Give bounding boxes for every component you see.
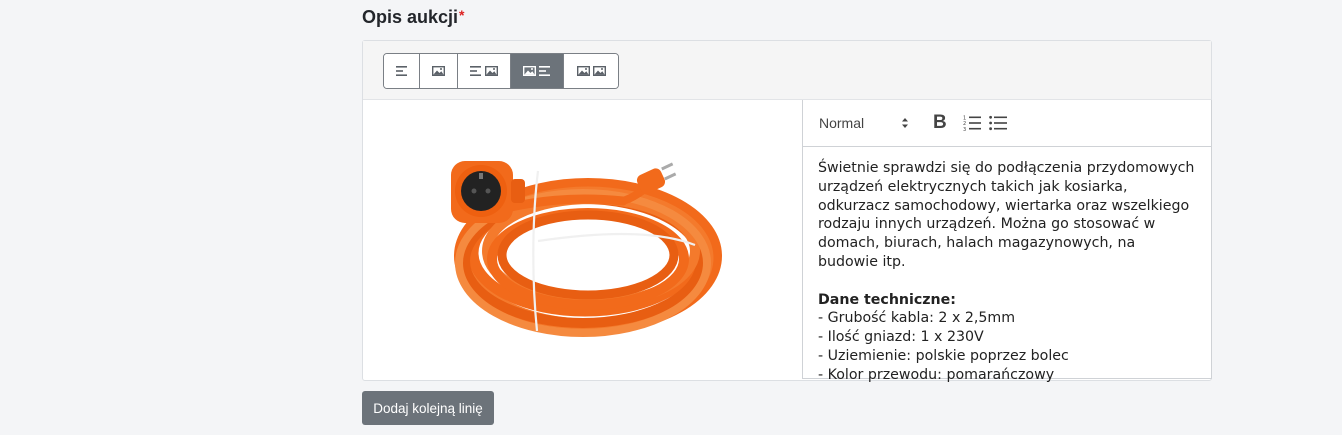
layout-image-only-button[interactable]: [420, 54, 458, 88]
image-icon: [485, 66, 498, 76]
product-image-panel[interactable]: [363, 100, 802, 381]
svg-text:3: 3: [963, 127, 966, 131]
image-icon: [432, 66, 445, 76]
layout-image-text-button[interactable]: [511, 54, 564, 88]
ordered-list-button[interactable]: 123: [963, 115, 981, 131]
description-paragraph: Świetnie sprawdzi się do podłączenia prz…: [818, 160, 1195, 270]
rich-text-toolbar: Normal B 123: [803, 100, 1211, 147]
add-line-button[interactable]: Dodaj kolejną linię: [362, 391, 494, 425]
editor-content[interactable]: Świetnie sprawdzi się do podłączenia prz…: [803, 147, 1211, 385]
text-lines-icon: [539, 66, 550, 76]
section-title-text: Opis aukcji: [362, 7, 459, 27]
description-editor-card: Normal B 123 Świetnie sprawdzi się do po…: [362, 40, 1212, 383]
spec-line: - Uziemienie: polskie poprzez bolec: [818, 347, 1069, 364]
bold-button[interactable]: B: [933, 112, 947, 134]
product-image: [450, 160, 722, 337]
editor-body: Normal B 123 Świetnie sprawdzi się do po…: [363, 100, 1212, 383]
bullet-list-icon: [988, 115, 1007, 131]
bullet-list-button[interactable]: [988, 115, 1007, 131]
format-select[interactable]: Normal: [819, 115, 909, 131]
required-marker: *: [459, 7, 465, 23]
text-lines-icon: [470, 66, 481, 76]
spec-heading: Dane techniczne:: [818, 291, 956, 308]
layout-toolbar: [363, 41, 1211, 100]
format-select-value: Normal: [819, 115, 865, 131]
section-title: Opis aukcji*: [362, 7, 465, 28]
layout-button-group: [383, 53, 619, 89]
spec-line: - Kolor przewodu: pomarańczowy: [818, 366, 1055, 383]
ordered-list-icon: 123: [963, 116, 981, 131]
text-lines-icon: [395, 66, 407, 76]
text-editor: Normal B 123 Świetnie sprawdzi się do po…: [802, 100, 1212, 383]
spec-line: - Ilość gniazd: 1 x 230V: [818, 329, 984, 346]
spec-line: - Grubość kabla: 2 x 2,5mm: [818, 310, 1016, 327]
layout-image-image-button[interactable]: [564, 54, 618, 88]
image-icon: [523, 66, 536, 76]
layout-text-only-button[interactable]: [384, 54, 420, 88]
updown-arrows-icon: [902, 118, 908, 128]
layout-text-image-button[interactable]: [458, 54, 511, 88]
image-icon: [592, 66, 606, 76]
image-icon: [576, 66, 590, 76]
